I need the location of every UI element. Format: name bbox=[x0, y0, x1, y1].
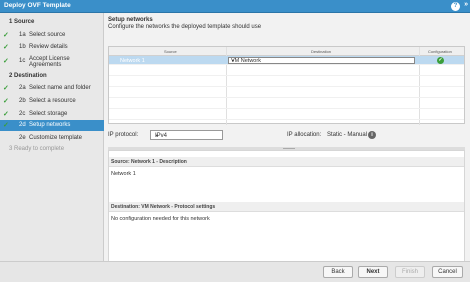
network-mapping-table: Source Destination Configuration Network… bbox=[108, 46, 465, 125]
page-subtitle: Configure the networks the deployed temp… bbox=[108, 24, 262, 30]
section-source: 1 Source bbox=[9, 19, 35, 25]
source-description-header: Source: Network 1 - Description bbox=[109, 157, 464, 167]
table-row bbox=[109, 89, 464, 98]
table-header: Source Destination Configuration bbox=[109, 47, 464, 56]
column-header-configuration[interactable]: Configuration bbox=[428, 49, 452, 54]
checkmark-icon: ✓ bbox=[3, 85, 9, 92]
table-row bbox=[109, 78, 464, 87]
destination-network-select[interactable]: VM Network ▼ bbox=[228, 57, 415, 64]
splitter-grip-icon[interactable] bbox=[283, 148, 295, 149]
wizard-footer: Back Next Finish Cancel bbox=[0, 261, 470, 282]
checkmark-icon: ✓ bbox=[3, 122, 9, 129]
next-button[interactable]: Next bbox=[358, 266, 388, 278]
step-select-storage[interactable]: ✓ 2c Select storage bbox=[0, 109, 104, 120]
column-header-source[interactable]: Source bbox=[164, 49, 177, 54]
step-setup-networks[interactable]: ✓ 2d Setup networks bbox=[0, 120, 104, 131]
step-accept-license[interactable]: ✓ 1c Accept License Agreements bbox=[0, 54, 104, 70]
chevron-down-icon: ▼ bbox=[155, 133, 159, 138]
source-description-text: Network 1 bbox=[111, 171, 136, 177]
page-title: Setup networks bbox=[108, 17, 153, 23]
ip-allocation-value: Static - Manual bbox=[327, 132, 368, 138]
table-row bbox=[109, 111, 464, 120]
step-review-details[interactable]: ✓ 1b Review details bbox=[0, 42, 104, 53]
table-row bbox=[109, 100, 464, 109]
ip-settings-row: IP protocol: IPv4 ▼ IP allocation: Stati… bbox=[108, 130, 465, 142]
step-select-resource[interactable]: ✓ 2b Select a resource bbox=[0, 96, 104, 107]
destination-settings-text: No configuration needed for this network bbox=[111, 216, 210, 222]
back-button[interactable]: Back bbox=[323, 266, 353, 278]
checkmark-icon: ✓ bbox=[3, 32, 9, 39]
ip-allocation-label: IP allocation: bbox=[287, 132, 322, 138]
column-header-destination[interactable]: Destination bbox=[311, 49, 331, 54]
expand-icon[interactable]: » bbox=[464, 1, 468, 8]
finish-button: Finish bbox=[395, 266, 425, 278]
cancel-button[interactable]: Cancel bbox=[432, 266, 463, 278]
wizard-steps-sidebar: 1 Source ✓ 1a Select source ✓ 1b Review … bbox=[0, 13, 104, 261]
step-ready-to-complete: 3 Ready to complete bbox=[9, 146, 65, 152]
section-destination: 2 Destination bbox=[9, 73, 47, 79]
checkmark-icon: ✓ bbox=[3, 44, 9, 51]
step-select-source[interactable]: ✓ 1a Select source bbox=[0, 30, 104, 41]
checkmark-icon: ✓ bbox=[3, 58, 9, 65]
check-ok-icon: ✓ bbox=[437, 57, 444, 64]
destination-settings-header: Destination: VM Network - Protocol setti… bbox=[109, 202, 464, 212]
source-network-cell: Network 1 bbox=[120, 58, 145, 64]
ip-protocol-select[interactable]: IPv4 ▼ bbox=[150, 130, 223, 140]
details-panel: Source: Network 1 - Description Network … bbox=[108, 150, 465, 271]
main-panel: Setup networks Configure the networks th… bbox=[105, 13, 470, 271]
window-title: Deploy OVF Template bbox=[4, 2, 71, 9]
ip-protocol-label: IP protocol: bbox=[108, 132, 139, 138]
checkmark-icon: ✓ bbox=[3, 111, 9, 118]
chevron-down-icon: ▼ bbox=[231, 58, 235, 63]
table-row bbox=[109, 67, 464, 76]
step-select-name-folder[interactable]: ✓ 2a Select name and folder bbox=[0, 83, 104, 94]
table-row[interactable]: Network 1 VM Network ▼ ✓ bbox=[109, 56, 464, 65]
title-bar: Deploy OVF Template ? » bbox=[0, 0, 470, 13]
help-icon[interactable]: ? bbox=[451, 2, 460, 11]
step-customize-template[interactable]: 2e Customize template bbox=[0, 133, 104, 144]
info-icon[interactable]: i bbox=[368, 131, 376, 139]
checkmark-icon: ✓ bbox=[3, 98, 9, 105]
